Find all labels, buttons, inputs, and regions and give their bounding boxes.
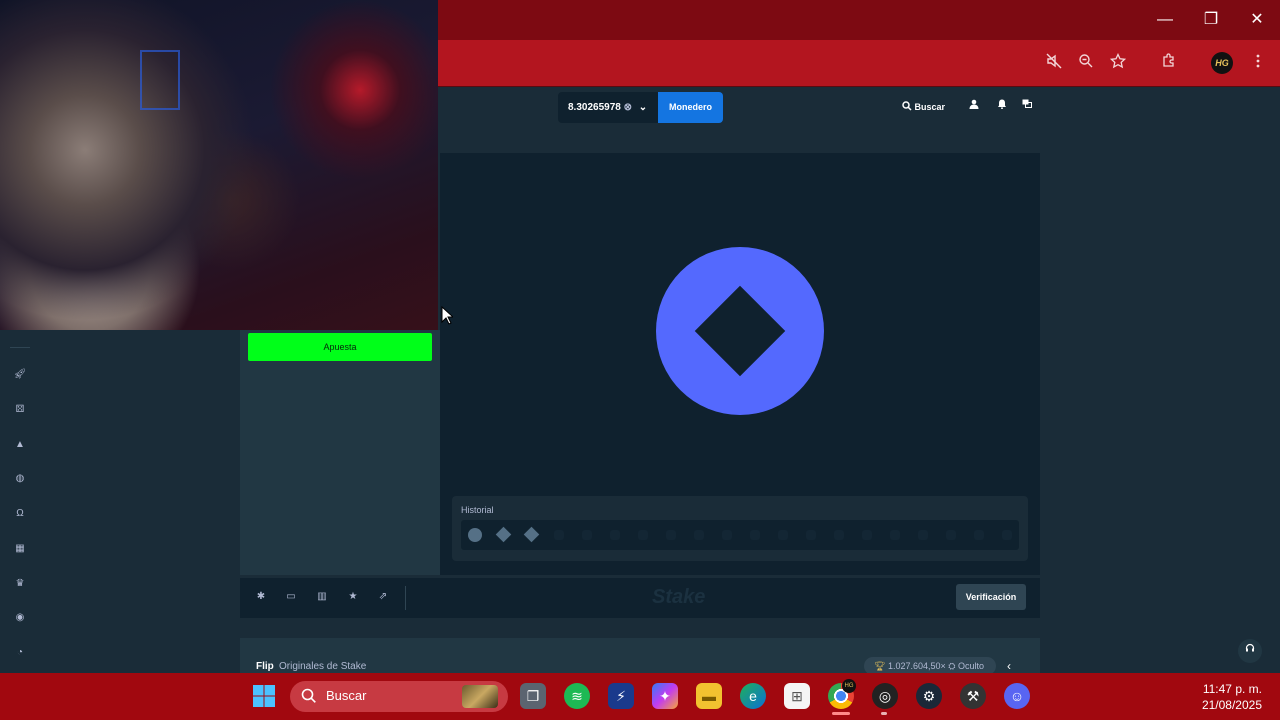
discord-icon[interactable]: ☺︎ — [1004, 683, 1030, 709]
game-provider[interactable]: Originales de Stake — [279, 661, 366, 672]
collapse-chevron-icon[interactable]: ‹ — [1007, 659, 1011, 673]
taskbar-clock-time[interactable]: 11:47 p. m. — [1170, 682, 1262, 696]
history-empty-slot — [582, 530, 592, 540]
bookmark-star-icon[interactable] — [1107, 52, 1129, 75]
history-empty-slot — [694, 530, 704, 540]
taskbar-clock-date[interactable]: 21/08/2025 — [1170, 698, 1262, 712]
mute-tab-icon[interactable] — [1043, 53, 1065, 75]
task-view-icon[interactable]: ❐ — [520, 683, 546, 709]
sidebar-divider — [10, 347, 30, 348]
windows-start-icon[interactable] — [252, 684, 276, 708]
stats-chart-icon[interactable]: ▥ — [314, 589, 330, 605]
zoom-icon[interactable] — [1075, 53, 1097, 75]
history-empty-slot — [750, 530, 760, 540]
game-title: Flip — [256, 661, 274, 672]
search-label: Buscar — [914, 102, 946, 112]
history-empty-slot — [610, 530, 620, 540]
extensions-icon[interactable] — [1158, 53, 1180, 75]
microsoft-store-icon[interactable]: ⊞ — [784, 683, 810, 709]
chrome-profile-badge: HG — [842, 679, 856, 693]
history-empty-slot — [1002, 530, 1012, 540]
verification-button[interactable]: Verificación — [956, 584, 1026, 610]
search-icon — [301, 688, 316, 703]
obs-running-indicator — [881, 712, 887, 715]
history-empty-slot — [638, 530, 648, 540]
open-external-icon[interactable]: ⇗ — [375, 589, 391, 605]
crown-icon[interactable]: ♛ — [12, 576, 28, 592]
webcam-overlay — [0, 0, 438, 330]
history-empty-slot — [890, 530, 900, 540]
search-icon — [902, 101, 912, 111]
history-empty-slot — [946, 530, 956, 540]
wallet-button[interactable]: Monedero — [658, 92, 723, 123]
balance-selector[interactable]: 8.30265978 ⊗ ⌄ — [558, 92, 658, 123]
fire-icon[interactable]: ▲ — [12, 437, 28, 453]
windows-taskbar — [0, 673, 1280, 720]
history-result-circle[interactable] — [468, 528, 482, 542]
history-empty-slot — [666, 530, 676, 540]
search-button[interactable]: Buscar — [902, 98, 952, 116]
rocket-icon[interactable]: 🚀︎ — [12, 367, 28, 383]
history-empty-slot — [554, 530, 564, 540]
gift-icon[interactable]: ▦ — [12, 541, 28, 557]
chrome-active-indicator — [832, 712, 850, 715]
mona-lisa-highlight-icon — [462, 685, 498, 708]
trophy-icon: 🏆︎ — [874, 661, 886, 671]
history-empty-slot — [778, 530, 788, 540]
app-launcher-icon[interactable]: ⚒︎ — [960, 683, 986, 709]
taskbar-search-box[interactable] — [290, 681, 508, 712]
headset-icon[interactable]: Ω — [12, 506, 28, 522]
globe-icon[interactable]: ◍ — [12, 471, 28, 487]
settings-gear-icon[interactable]: ✱ — [253, 589, 269, 605]
history-track — [461, 520, 1019, 550]
copilot-icon[interactable]: ✦ — [652, 683, 678, 709]
obs-icon[interactable]: ◎ — [872, 683, 898, 709]
max-win-value: 1.027.604,50× — [887, 661, 949, 671]
spotify-icon[interactable]: ≋ — [564, 683, 590, 709]
support-chat-icon[interactable]: ◔ — [12, 645, 28, 661]
shield-icon[interactable]: ◉ — [12, 610, 28, 626]
user-icon[interactable] — [967, 99, 981, 113]
notifications-bell-icon[interactable] — [995, 99, 1009, 113]
minimize-button[interactable]: — — [1153, 8, 1177, 32]
history-empty-slot — [834, 530, 844, 540]
chat-icon[interactable] — [1020, 99, 1034, 113]
bet-controls-panel — [240, 330, 440, 575]
webcam-background-light — [140, 50, 180, 110]
game-launcher-icon[interactable]: ⚡︎ — [608, 683, 634, 709]
history-empty-slot — [862, 530, 872, 540]
theatre-mode-icon[interactable]: ▭ — [283, 589, 299, 605]
chevron-down-icon: ⌄ — [638, 102, 648, 113]
favorite-star-icon[interactable]: ★ — [345, 589, 361, 605]
file-explorer-icon[interactable]: ▬ — [696, 683, 722, 709]
menu-icon[interactable] — [1247, 53, 1269, 75]
currency-icon: ⊗ — [623, 102, 633, 113]
history-empty-slot — [806, 530, 816, 540]
chrome-icon[interactable]: HG — [828, 679, 856, 709]
hidden-label: Oculto — [957, 661, 984, 671]
live-support-button[interactable] — [1238, 639, 1262, 663]
restore-button[interactable]: ❐ — [1199, 8, 1223, 32]
steam-icon[interactable]: ⚙︎ — [916, 683, 942, 709]
history-empty-slot — [974, 530, 984, 540]
history-label: Historial — [461, 505, 494, 515]
browser-profile-avatar[interactable]: HG — [1211, 52, 1233, 74]
bet-button[interactable]: Apuesta — [248, 333, 432, 361]
dice-icon[interactable]: ⚄ — [12, 402, 28, 418]
taskbar-search-placeholder: Buscar — [326, 688, 367, 703]
headset-icon — [1245, 643, 1255, 652]
history-empty-slot — [918, 530, 928, 540]
gamebar-divider — [405, 586, 406, 610]
history-empty-slot — [722, 530, 732, 540]
close-button[interactable]: ✕ — [1245, 8, 1269, 32]
stake-watermark-logo: Stake — [652, 586, 706, 608]
edge-icon[interactable]: e — [740, 683, 766, 709]
balance-value: 8.30265978 — [568, 102, 621, 113]
mouse-cursor-icon — [441, 306, 453, 325]
hidden-user-icon: ⛭ — [948, 661, 956, 671]
